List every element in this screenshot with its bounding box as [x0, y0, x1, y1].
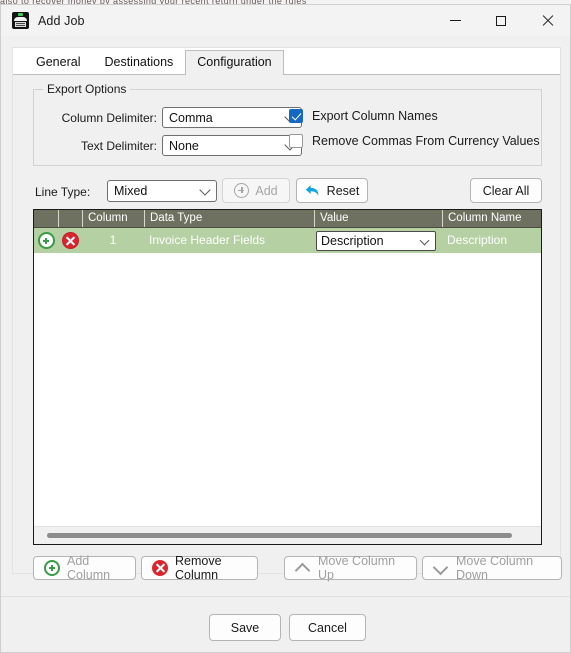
- add-button[interactable]: Add: [222, 178, 290, 203]
- grid-header-column[interactable]: Column: [82, 210, 144, 227]
- footer-divider: [1, 596, 570, 597]
- clear-all-button-label: Clear All: [482, 183, 530, 198]
- move-column-down-label: Move Column Down: [456, 554, 534, 582]
- tab-general[interactable]: General: [24, 50, 92, 75]
- reset-button[interactable]: Reset: [296, 178, 368, 203]
- remove-column-button[interactable]: Remove Column: [141, 554, 258, 582]
- grid-header-delete[interactable]: [58, 210, 82, 227]
- export-column-names-label: Export Column Names: [312, 109, 438, 123]
- add-button-label: Add: [255, 183, 278, 198]
- remove-column-label: Remove Column: [175, 554, 222, 582]
- green-plus-circle-icon: [44, 560, 60, 576]
- remove-commas-checkbox-row[interactable]: Remove Commas From Currency Values: [289, 134, 540, 148]
- text-delimiter-select[interactable]: None: [162, 135, 302, 156]
- line-type-value: Mixed: [114, 184, 148, 198]
- move-column-down-button[interactable]: Move Column Down: [422, 554, 562, 582]
- cancel-button[interactable]: Cancel: [289, 614, 366, 641]
- save-button[interactable]: Save: [209, 614, 281, 641]
- grid-scrollbar-thumb[interactable]: [47, 533, 512, 538]
- row-value-text: Description: [321, 233, 384, 248]
- red-x-circle-icon[interactable]: [61, 232, 79, 249]
- export-column-names-checkbox[interactable]: [289, 109, 303, 123]
- add-column-label: Add Column: [67, 554, 111, 582]
- move-column-up-label: Move Column Up: [318, 554, 396, 582]
- column-delimiter-value: Comma: [169, 110, 213, 125]
- minimize-icon: [449, 20, 461, 21]
- grid-header-row: Column Data Type Value Column Name: [34, 210, 541, 228]
- cancel-button-label: Cancel: [308, 620, 347, 635]
- chevron-down-icon: [433, 564, 448, 573]
- chevron-up-icon: [295, 564, 310, 573]
- save-button-label: Save: [230, 620, 260, 635]
- row-column-number: 1: [109, 233, 117, 247]
- close-button[interactable]: [524, 5, 570, 36]
- column-delimiter-label: Column Delimiter:: [61, 111, 157, 125]
- grid-header-view[interactable]: [34, 210, 58, 227]
- text-delimiter-value: None: [169, 138, 199, 153]
- export-options-group: Export Options Column Delimiter: Comma T…: [33, 82, 542, 166]
- export-options-legend: Export Options: [43, 82, 131, 96]
- green-plus-circle-icon[interactable]: [37, 232, 55, 249]
- red-x-circle-icon: [152, 560, 168, 576]
- minimize-button[interactable]: [432, 5, 478, 36]
- scanner-icon: [12, 12, 29, 29]
- text-delimiter-label: Text Delimiter:: [80, 139, 157, 153]
- undo-arrow-icon: [305, 184, 318, 196]
- row-value-cell[interactable]: Description: [314, 230, 442, 251]
- row-value-select[interactable]: Description: [316, 230, 436, 251]
- chevron-down-icon: [419, 235, 430, 245]
- add-job-dialog: Add Job General Destinations Configurati…: [0, 4, 571, 653]
- tab-strip: General Destinations Configuration: [13, 48, 560, 75]
- remove-commas-label: Remove Commas From Currency Values: [312, 134, 540, 148]
- reset-button-label: Reset: [326, 183, 360, 198]
- grid-horizontal-scrollbar[interactable]: [34, 526, 541, 544]
- move-column-up-button[interactable]: Move Column Up: [284, 554, 417, 582]
- dialog-body: General Destinations Configuration Expor…: [1, 36, 570, 652]
- clear-all-button[interactable]: Clear All: [470, 178, 542, 203]
- row-delete-cell[interactable]: [58, 228, 82, 253]
- chevron-down-icon: [199, 184, 211, 196]
- row-view-cell[interactable]: [34, 228, 58, 253]
- columns-grid[interactable]: Column Data Type Value Column Name 1 Inv…: [33, 209, 542, 545]
- maximize-icon: [496, 15, 506, 26]
- remove-commas-checkbox[interactable]: [289, 134, 303, 148]
- table-row[interactable]: 1 Invoice Header Fields Description Desc…: [34, 228, 541, 253]
- add-column-button[interactable]: Add Column: [33, 554, 136, 582]
- tab-destinations[interactable]: Destinations: [92, 50, 185, 75]
- column-delimiter-select[interactable]: Comma: [162, 107, 302, 128]
- tab-configuration[interactable]: Configuration: [185, 50, 284, 75]
- tab-host: General Destinations Configuration Expor…: [12, 47, 562, 582]
- export-column-names-checkbox-row[interactable]: Export Column Names: [289, 109, 438, 123]
- line-type-label: Line Type:: [35, 185, 91, 199]
- line-type-select[interactable]: Mixed: [107, 180, 217, 202]
- configuration-panel: Export Options Column Delimiter: Comma T…: [13, 75, 562, 582]
- title-bar: Add Job: [1, 5, 570, 36]
- grid-header-value[interactable]: Value: [314, 210, 442, 227]
- row-data-type: Invoice Header Fields: [149, 233, 266, 247]
- close-icon: [542, 15, 553, 26]
- plus-circle-icon: [234, 183, 250, 198]
- grid-empty-area[interactable]: [34, 253, 541, 523]
- maximize-button[interactable]: [478, 5, 524, 36]
- grid-header-data-type[interactable]: Data Type: [144, 210, 314, 227]
- grid-header-column-name[interactable]: Column Name: [442, 210, 541, 227]
- row-column-name: Description: [447, 233, 508, 247]
- window-title: Add Job: [38, 13, 85, 28]
